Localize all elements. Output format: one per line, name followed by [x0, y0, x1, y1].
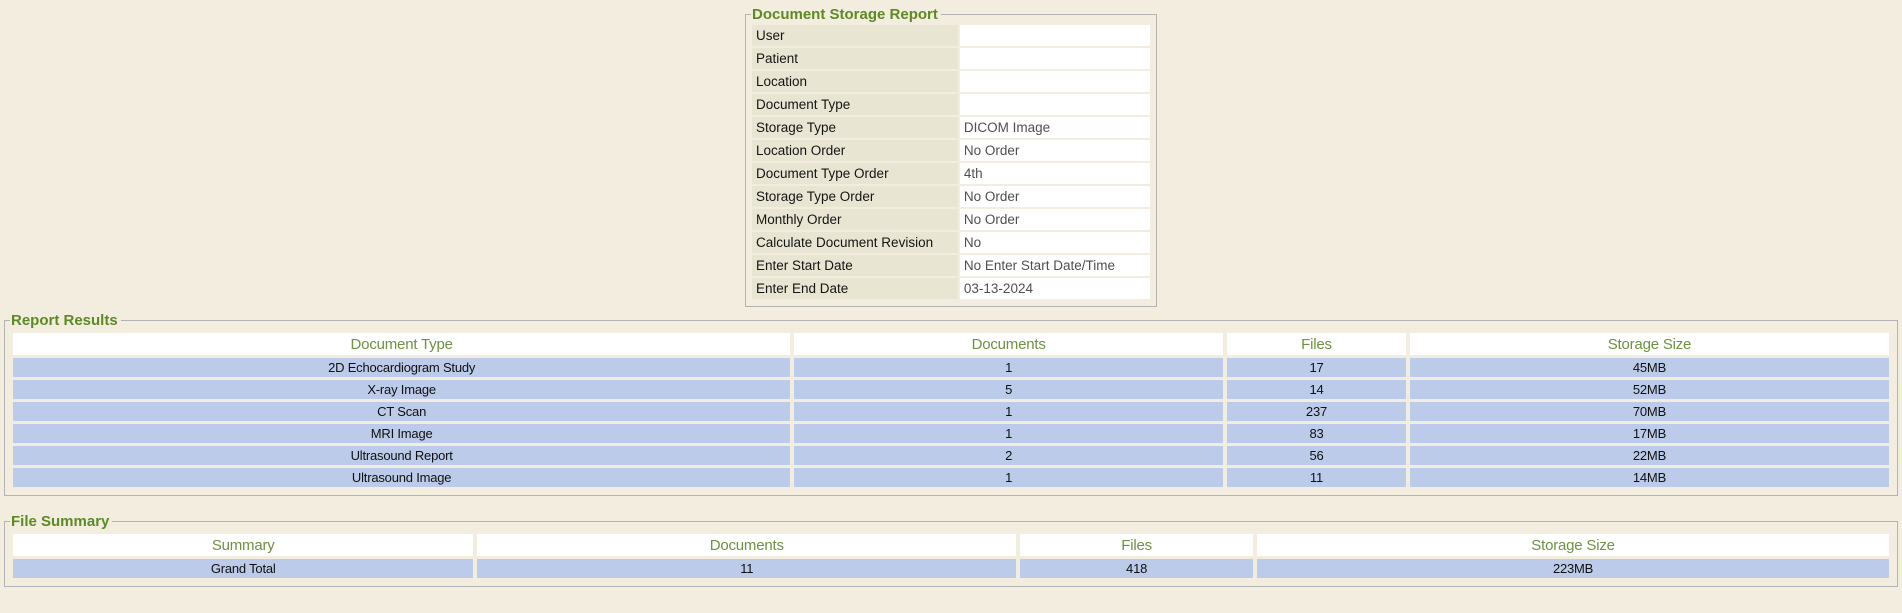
file-summary-table: Summary Documents Files Storage Size Gra… [9, 531, 1893, 581]
column-header-files: Files [1227, 333, 1406, 355]
document-type-cell: 2D Echocardiogram Study [13, 358, 790, 377]
location-order-field[interactable]: No Order [960, 140, 1150, 161]
report-results-table: Document Type Documents Files Storage Si… [9, 330, 1893, 490]
document-type-cell: Ultrasound Image [13, 468, 790, 487]
storage-size-cell: 45MB [1410, 358, 1889, 377]
field-label: Enter End Date [752, 278, 958, 299]
report-results-title: Report Results [10, 312, 121, 329]
field-label: Location [752, 71, 958, 92]
files-cell: 11 [1227, 468, 1406, 487]
table-row: X-ray Image 5 14 52MB [13, 380, 1889, 399]
form-row: Enter End Date 03-13-2024 [752, 278, 1150, 299]
storage-size-cell: 17MB [1410, 424, 1889, 443]
table-row: Ultrasound Image 1 11 14MB [13, 468, 1889, 487]
files-cell: 418 [1020, 559, 1253, 578]
field-label: Calculate Document Revision [752, 232, 958, 253]
table-row: 2D Echocardiogram Study 1 17 45MB [13, 358, 1889, 377]
table-row: MRI Image 1 83 17MB [13, 424, 1889, 443]
table-row: Grand Total 11 418 223MB [13, 559, 1889, 578]
storage-type-field[interactable]: DICOM Image [960, 117, 1150, 138]
form-row: User [752, 25, 1150, 46]
form-row: Calculate Document Revision No [752, 232, 1150, 253]
field-label: Document Type Order [752, 163, 958, 184]
column-header-summary: Summary [13, 534, 473, 556]
document-type-field[interactable] [960, 94, 1150, 115]
enter-start-date-field[interactable]: No Enter Start Date/Time [960, 255, 1150, 276]
form-row: Monthly Order No Order [752, 209, 1150, 230]
form-row: Storage Type DICOM Image [752, 117, 1150, 138]
file-summary-title: File Summary [10, 513, 112, 530]
document-storage-report-form: Document Storage Report User Patient Loc… [745, 6, 1157, 307]
storage-size-cell: 14MB [1410, 468, 1889, 487]
enter-end-date-field[interactable]: 03-13-2024 [960, 278, 1150, 299]
form-row: Document Type [752, 94, 1150, 115]
field-label: User [752, 25, 958, 46]
storage-size-cell: 70MB [1410, 402, 1889, 421]
field-label: Location Order [752, 140, 958, 161]
field-label: Document Type [752, 94, 958, 115]
user-field[interactable] [960, 25, 1150, 46]
patient-field[interactable] [960, 48, 1150, 69]
document-storage-report-page: Document Storage Report User Patient Loc… [0, 0, 1902, 613]
documents-cell: 1 [794, 358, 1223, 377]
column-header-storage-size: Storage Size [1257, 534, 1889, 556]
table-row: Ultrasound Report 2 56 22MB [13, 446, 1889, 465]
column-header-documents: Documents [794, 333, 1223, 355]
column-header-storage-size: Storage Size [1410, 333, 1889, 355]
document-type-cell: CT Scan [13, 402, 790, 421]
field-label: Storage Type Order [752, 186, 958, 207]
storage-size-cell: 223MB [1257, 559, 1889, 578]
header-row: Document Type Documents Files Storage Si… [13, 333, 1889, 355]
documents-cell: 1 [794, 402, 1223, 421]
location-field[interactable] [960, 71, 1150, 92]
document-type-cell: X-ray Image [13, 380, 790, 399]
documents-cell: 5 [794, 380, 1223, 399]
documents-cell: 1 [794, 424, 1223, 443]
form-row: Patient [752, 48, 1150, 69]
storage-size-cell: 22MB [1410, 446, 1889, 465]
documents-cell: 11 [477, 559, 1016, 578]
field-label: Enter Start Date [752, 255, 958, 276]
header-row: Summary Documents Files Storage Size [13, 534, 1889, 556]
storage-type-order-field[interactable]: No Order [960, 186, 1150, 207]
field-label: Monthly Order [752, 209, 958, 230]
documents-cell: 2 [794, 446, 1223, 465]
files-cell: 237 [1227, 402, 1406, 421]
monthly-order-field[interactable]: No Order [960, 209, 1150, 230]
document-type-cell: Ultrasound Report [13, 446, 790, 465]
documents-cell: 1 [794, 468, 1223, 487]
files-cell: 83 [1227, 424, 1406, 443]
storage-size-cell: 52MB [1410, 380, 1889, 399]
summary-cell: Grand Total [13, 559, 473, 578]
column-header-documents: Documents [477, 534, 1016, 556]
form-row: Location Order No Order [752, 140, 1150, 161]
column-header-files: Files [1020, 534, 1253, 556]
report-results-section: Report Results Document Type Documents F… [4, 312, 1898, 496]
column-header-document-type: Document Type [13, 333, 790, 355]
files-cell: 17 [1227, 358, 1406, 377]
field-label: Patient [752, 48, 958, 69]
field-label: Storage Type [752, 117, 958, 138]
calculate-document-revision-field[interactable]: No [960, 232, 1150, 253]
files-cell: 14 [1227, 380, 1406, 399]
document-type-order-field[interactable]: 4th [960, 163, 1150, 184]
form-row: Document Type Order 4th [752, 163, 1150, 184]
files-cell: 56 [1227, 446, 1406, 465]
form-fields-table: User Patient Location Document Type Stor… [750, 23, 1152, 301]
document-type-cell: MRI Image [13, 424, 790, 443]
form-row: Enter Start Date No Enter Start Date/Tim… [752, 255, 1150, 276]
table-row: CT Scan 1 237 70MB [13, 402, 1889, 421]
file-summary-section: File Summary Summary Documents Files Sto… [4, 513, 1898, 587]
form-row: Storage Type Order No Order [752, 186, 1150, 207]
form-title: Document Storage Report [751, 6, 941, 23]
form-row: Location [752, 71, 1150, 92]
